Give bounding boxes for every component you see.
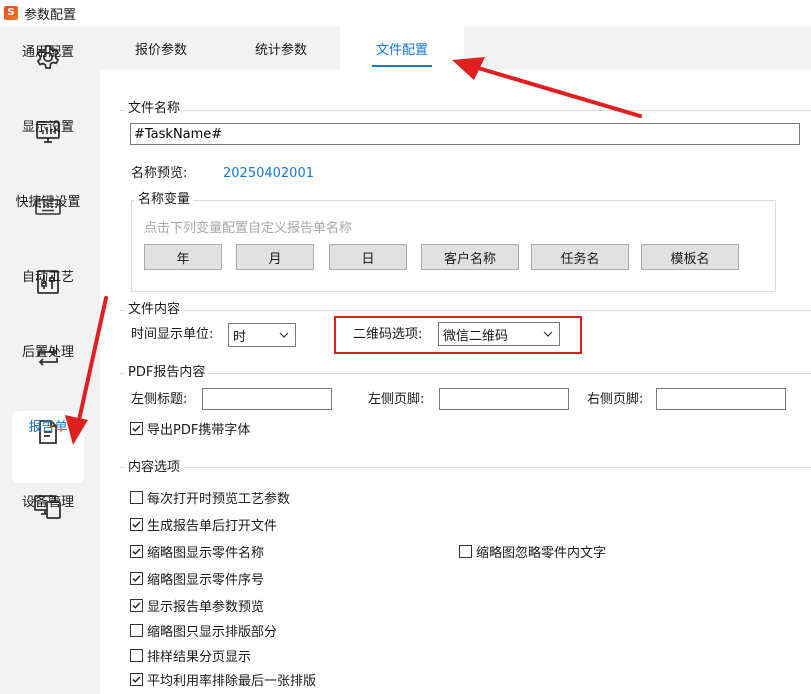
file-name-input[interactable] xyxy=(130,123,800,145)
group-divider xyxy=(120,110,811,111)
var-button-task-name[interactable]: 任务名 xyxy=(531,244,629,270)
checkbox-label: 生成报告单后打开文件 xyxy=(147,518,278,534)
sidebar-item-label: 通用配置 xyxy=(21,45,74,60)
app-logo-icon: S xyxy=(4,6,18,20)
option-checkbox[interactable]: 缩略图显示零件序号 xyxy=(130,569,265,588)
checkbox-box xyxy=(130,672,143,686)
sidebar-item-label: 显示设置 xyxy=(21,120,74,135)
sidebar-item-devices[interactable]: 设备管理 xyxy=(12,486,84,558)
option-checkbox[interactable]: 平均利用率排除最后一张排版 xyxy=(130,670,317,689)
sidebar-item-label: 报告单 xyxy=(28,420,68,435)
option-checkbox[interactable]: 缩略图忽略零件内文字 xyxy=(459,542,607,561)
left-title-label: 左侧标题: xyxy=(131,392,188,407)
sidebar-item-report[interactable]: 报告单 xyxy=(12,411,84,483)
file-name-group-title: 文件名称 xyxy=(125,101,184,117)
var-button-customer-name[interactable]: 客户名称 xyxy=(421,244,519,270)
checkbox-box xyxy=(130,421,143,435)
left-footer-label: 左侧页脚: xyxy=(368,392,425,407)
title-bar: S 参数配置 xyxy=(0,0,811,26)
qr-highlight-annotation xyxy=(334,316,582,354)
option-checkbox[interactable]: 缩略图显示零件名称 xyxy=(130,542,265,561)
tab-bar: 报价参数 统计参数 文件配置 xyxy=(100,26,811,70)
var-button-year[interactable]: 年 xyxy=(144,244,222,270)
window-title: 参数配置 xyxy=(24,7,77,23)
sidebar-item-general[interactable]: 通用配置 xyxy=(12,36,84,108)
checkbox-label: 平均利用率排除最后一张排版 xyxy=(147,673,317,689)
sidebar-item-label: 设备管理 xyxy=(21,495,74,510)
tab-stat-params[interactable]: 统计参数 xyxy=(222,26,340,70)
content-options-group-title: 内容选项 xyxy=(125,460,184,476)
checkbox-label: 缩略图忽略零件内文字 xyxy=(476,545,607,561)
checkbox-box xyxy=(130,598,143,612)
time-unit-value: 时 xyxy=(233,329,247,345)
group-divider xyxy=(120,310,811,311)
left-title-input[interactable] xyxy=(202,388,332,410)
checkbox-label: 缩略图显示零件名称 xyxy=(147,545,265,561)
sidebar-item-auto-process[interactable]: 自动工艺 xyxy=(12,261,84,333)
left-footer-input[interactable] xyxy=(439,388,569,410)
var-button-day[interactable]: 日 xyxy=(329,244,407,270)
checkbox-label: 每次打开时预览工艺参数 xyxy=(147,491,291,507)
time-unit-label: 时间显示单位: xyxy=(131,327,214,342)
option-checkbox[interactable]: 生成报告单后打开文件 xyxy=(130,515,278,534)
checkbox-label: 排样结果分页显示 xyxy=(147,649,252,665)
checkbox-label: 缩略图显示零件序号 xyxy=(147,572,265,588)
checkbox-label: 缩略图只显示排版部分 xyxy=(147,624,278,640)
right-footer-input[interactable] xyxy=(656,388,786,410)
checkbox-box xyxy=(130,623,143,637)
name-preview-label: 名称预览: xyxy=(131,166,188,181)
right-footer-label: 右侧页脚: xyxy=(587,392,644,407)
sidebar-item-label: 后置处理 xyxy=(21,345,74,360)
active-tab-indicator xyxy=(372,65,432,67)
file-content-group-title: 文件内容 xyxy=(125,302,184,318)
checkbox-box xyxy=(130,648,143,662)
checkbox-label: 显示报告单参数预览 xyxy=(147,599,265,615)
chevron-down-icon xyxy=(277,328,291,342)
sidebar-item-post-processing[interactable]: 后置处理 xyxy=(12,336,84,408)
name-preview-value: 20250402001 xyxy=(223,166,314,181)
checkbox-box xyxy=(130,571,143,585)
tab-file-config[interactable]: 文件配置 xyxy=(340,26,464,70)
var-button-template-name[interactable]: 模板名 xyxy=(641,244,739,270)
option-checkbox[interactable]: 每次打开时预览工艺参数 xyxy=(130,488,291,507)
group-divider xyxy=(120,467,811,468)
checkbox-label: 导出PDF携带字体 xyxy=(147,422,251,438)
option-checkbox[interactable]: 显示报告单参数预览 xyxy=(130,596,265,615)
name-variables-hint: 点击下列变量配置自定义报告单名称 xyxy=(144,221,353,236)
checkbox-box xyxy=(459,544,472,558)
sidebar-item-display[interactable]: 显示设置 xyxy=(12,111,84,183)
name-variables-title: 名称变量 xyxy=(135,192,194,208)
option-checkbox[interactable]: 排样结果分页显示 xyxy=(130,646,252,665)
sidebar-item-label: 自动工艺 xyxy=(21,270,74,285)
group-divider xyxy=(120,373,811,374)
checkbox-box xyxy=(130,517,143,531)
file-config-panel: 文件名称 名称预览: 20250402001 名称变量 点击下列变量配置自定义报… xyxy=(100,70,811,694)
tab-label: 报价参数 xyxy=(134,42,187,58)
embed-font-checkbox[interactable]: 导出PDF携带字体 xyxy=(130,419,251,438)
var-button-month[interactable]: 月 xyxy=(236,244,314,270)
sidebar: 通用配置 显示设置 快捷键设置 自动工艺 后置处理 报告单 设备管理 xyxy=(0,26,100,694)
sidebar-item-shortcuts[interactable]: 快捷键设置 xyxy=(12,186,84,258)
option-checkbox[interactable]: 缩略图只显示排版部分 xyxy=(130,621,278,640)
checkbox-box xyxy=(130,544,143,558)
time-unit-select[interactable]: 时 xyxy=(228,323,296,347)
sidebar-item-label: 快捷键设置 xyxy=(15,195,81,210)
tab-label: 文件配置 xyxy=(375,42,428,58)
pdf-group-title: PDF报告内容 xyxy=(125,365,209,381)
checkbox-box xyxy=(130,490,143,504)
tab-label: 统计参数 xyxy=(254,42,307,58)
tab-quote-params[interactable]: 报价参数 xyxy=(100,26,222,70)
